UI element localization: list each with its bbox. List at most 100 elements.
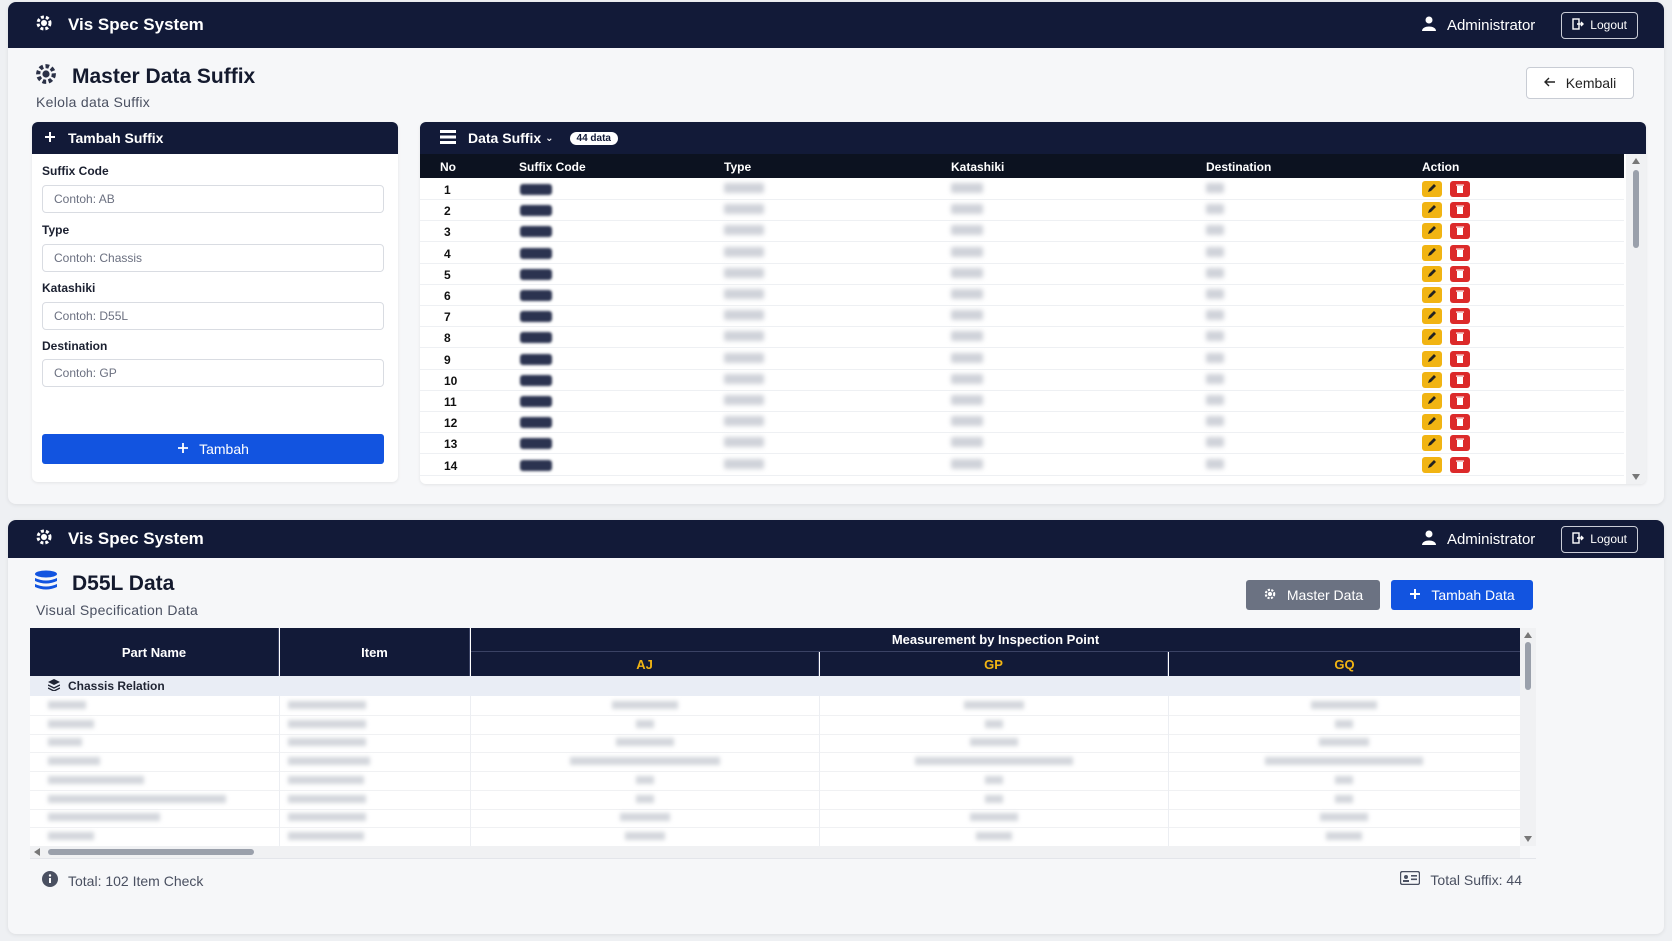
part-name-cell bbox=[48, 775, 144, 784]
aj-cell bbox=[612, 701, 678, 709]
edit-icon[interactable] bbox=[1422, 456, 1442, 473]
type-cell bbox=[724, 352, 764, 363]
edit-icon[interactable] bbox=[1422, 435, 1442, 452]
trash-icon[interactable] bbox=[1450, 181, 1470, 197]
aj-cell bbox=[625, 831, 665, 840]
katashiki-cell bbox=[951, 225, 983, 236]
edit-icon[interactable] bbox=[1422, 223, 1442, 240]
trash-icon[interactable] bbox=[1450, 223, 1470, 240]
col-point-aj: AJ bbox=[471, 652, 819, 676]
type-cell bbox=[724, 331, 764, 342]
trash-icon[interactable] bbox=[1450, 265, 1470, 282]
destination-cell bbox=[1206, 289, 1224, 299]
scroll-left-icon[interactable] bbox=[34, 848, 40, 856]
col-point-gq: GQ bbox=[1169, 652, 1520, 676]
trash-icon[interactable] bbox=[1450, 329, 1470, 346]
edit-icon[interactable] bbox=[1422, 244, 1442, 261]
add-suffix-card: Tambah Suffix Suffix Code Type Katashiki… bbox=[32, 122, 398, 482]
scrollbar-thumb[interactable] bbox=[1525, 642, 1531, 690]
logout-button[interactable]: Logout bbox=[1561, 11, 1638, 39]
scroll-down-icon[interactable] bbox=[1524, 836, 1532, 842]
trash-icon[interactable] bbox=[1450, 371, 1470, 388]
suffix-table-title[interactable]: Data Suffix bbox=[468, 130, 541, 146]
column-divider bbox=[819, 696, 820, 846]
trash-icon[interactable] bbox=[1450, 435, 1470, 452]
gp-cell bbox=[985, 719, 1003, 728]
col-part-name: Part Name bbox=[30, 628, 279, 676]
scroll-up-icon[interactable] bbox=[1632, 158, 1640, 164]
edit-icon[interactable] bbox=[1422, 181, 1442, 197]
edit-icon[interactable] bbox=[1422, 393, 1442, 409]
group-row-chassis-relation[interactable]: Chassis Relation bbox=[30, 676, 1520, 696]
edit-icon[interactable] bbox=[1422, 287, 1442, 303]
suffix-table-header: Data Suffix ⌄ 44 data bbox=[420, 122, 1646, 154]
katashiki-input[interactable] bbox=[42, 302, 384, 330]
edit-icon[interactable] bbox=[1422, 371, 1442, 388]
app-brand[interactable]: Vis Spec System bbox=[34, 13, 204, 38]
destination-input[interactable] bbox=[42, 359, 384, 387]
row-number: 9 bbox=[444, 352, 451, 367]
suffix-code-input[interactable] bbox=[42, 185, 384, 213]
chevron-down-icon[interactable]: ⌄ bbox=[545, 133, 553, 144]
user-menu[interactable]: Administrator bbox=[1421, 15, 1535, 35]
scrollbar-thumb[interactable] bbox=[1633, 170, 1639, 248]
add-suffix-button[interactable]: Tambah bbox=[42, 434, 384, 464]
part-name-cell bbox=[48, 813, 160, 822]
scrollbar-thumb[interactable] bbox=[48, 849, 254, 855]
destination-cell bbox=[1206, 416, 1224, 427]
logout-button[interactable]: Logout bbox=[1561, 525, 1638, 553]
trash-icon[interactable] bbox=[1450, 456, 1470, 473]
suffix-table-scrollbar[interactable] bbox=[1626, 154, 1646, 484]
edit-icon[interactable] bbox=[1422, 350, 1442, 367]
suffix-code-pill bbox=[520, 184, 552, 195]
katashiki-label: Katashiki bbox=[42, 281, 96, 295]
spec-table-hscrollbar[interactable] bbox=[30, 846, 1520, 858]
scroll-up-icon[interactable] bbox=[1524, 632, 1532, 638]
suffix-page-panel: Vis Spec System Administrator Logout Mas… bbox=[8, 2, 1664, 504]
master-data-button[interactable]: Master Data bbox=[1246, 580, 1380, 610]
add-data-button[interactable]: Tambah Data bbox=[1391, 580, 1533, 610]
gq-cell bbox=[1335, 719, 1353, 728]
page-subtitle: Kelola data Suffix bbox=[36, 94, 151, 110]
user-menu[interactable]: Administrator bbox=[1421, 529, 1535, 549]
trash-icon[interactable] bbox=[1450, 414, 1470, 431]
type-cell bbox=[724, 416, 764, 427]
table-row: 7 bbox=[420, 305, 1624, 328]
edit-icon[interactable] bbox=[1422, 202, 1442, 219]
trash-icon[interactable] bbox=[1450, 287, 1470, 303]
destination-cell bbox=[1206, 310, 1224, 321]
edit-icon[interactable] bbox=[1422, 265, 1442, 282]
logout-label: Logout bbox=[1590, 532, 1627, 546]
table-row bbox=[30, 809, 1520, 829]
scroll-down-icon[interactable] bbox=[1632, 474, 1640, 480]
destination-cell bbox=[1206, 395, 1224, 405]
top-navbar: Vis Spec System Administrator Logout bbox=[8, 2, 1664, 48]
user-name: Administrator bbox=[1446, 530, 1536, 548]
layers-icon bbox=[47, 678, 61, 694]
logout-label: Logout bbox=[1590, 18, 1627, 32]
page-title-text: Master Data Suffix bbox=[72, 65, 256, 88]
row-number: 1 bbox=[444, 183, 451, 197]
type-input[interactable] bbox=[42, 244, 384, 272]
gear-icon bbox=[34, 62, 58, 92]
arrow-left-icon bbox=[1543, 75, 1556, 91]
spec-table-vscrollbar[interactable] bbox=[1520, 628, 1536, 846]
trash-icon[interactable] bbox=[1450, 393, 1470, 409]
katashiki-cell bbox=[951, 352, 983, 363]
back-label: Kembali bbox=[1565, 75, 1617, 91]
user-icon bbox=[1421, 529, 1437, 549]
table-row: 10 bbox=[420, 369, 1624, 391]
edit-icon[interactable] bbox=[1422, 329, 1442, 346]
back-button[interactable]: Kembali bbox=[1526, 67, 1634, 99]
table-row: 2 bbox=[420, 199, 1624, 222]
aj-cell bbox=[616, 738, 674, 747]
edit-icon[interactable] bbox=[1422, 308, 1442, 325]
trash-icon[interactable] bbox=[1450, 350, 1470, 367]
trash-icon[interactable] bbox=[1450, 244, 1470, 261]
trash-icon[interactable] bbox=[1450, 308, 1470, 325]
page-subtitle: Visual Specification Data bbox=[36, 602, 199, 618]
app-brand[interactable]: Vis Spec System bbox=[34, 527, 204, 552]
destination-cell bbox=[1206, 225, 1224, 236]
edit-icon[interactable] bbox=[1422, 414, 1442, 431]
trash-icon[interactable] bbox=[1450, 202, 1470, 219]
